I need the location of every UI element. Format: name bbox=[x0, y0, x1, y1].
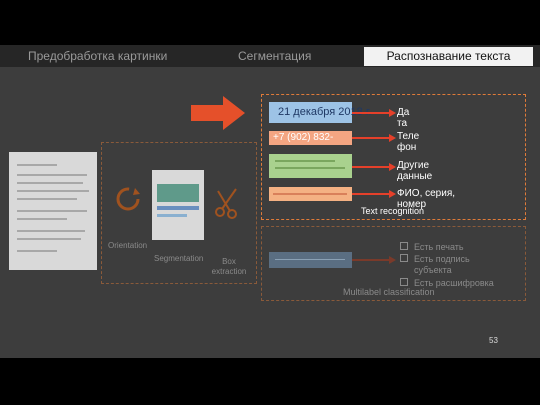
other-data-arrow-head bbox=[389, 163, 396, 171]
phone-arrow bbox=[352, 137, 390, 139]
slide: Предобработка картинки Сегментация Распо… bbox=[0, 0, 540, 405]
orientation-rotate-icon bbox=[116, 187, 140, 211]
checkbox-icon bbox=[400, 242, 408, 250]
signature-area-crop bbox=[269, 252, 352, 268]
scissors-icon bbox=[215, 188, 237, 219]
box-extraction-caption: Box extraction bbox=[211, 257, 247, 276]
checklist-item: Есть подпись субъекта bbox=[400, 254, 474, 276]
segmented-document-image bbox=[152, 170, 204, 240]
phone-arrow-head bbox=[389, 134, 396, 142]
other-data-arrow bbox=[352, 166, 390, 168]
source-document-image bbox=[9, 152, 97, 270]
checklist-item: Есть печать bbox=[400, 242, 464, 252]
name-passport-field-crop bbox=[269, 187, 352, 201]
date-arrow bbox=[352, 112, 390, 114]
page-number: 53 bbox=[489, 336, 498, 345]
phone-field-crop: +7 (902) 832- bbox=[269, 131, 352, 145]
orientation-caption: Orientation bbox=[108, 241, 148, 250]
phone-crop-text: +7 (902) 832- bbox=[273, 132, 334, 143]
checkbox-icon bbox=[400, 278, 408, 286]
text-recognition-caption: Text recognition bbox=[361, 206, 425, 216]
step-text-recognition-active: Распознавание текста bbox=[364, 47, 533, 66]
date-field-crop: 21 декабря 2018 г. bbox=[269, 102, 372, 123]
multilabel-caption: Multilabel classification bbox=[343, 287, 435, 297]
step-preprocessing: Предобработка картинки bbox=[28, 49, 168, 63]
other-data-field-crop bbox=[269, 154, 352, 178]
step-segmentation: Сегментация bbox=[238, 49, 312, 63]
name-arrow bbox=[352, 193, 390, 195]
date-arrow-head bbox=[389, 109, 396, 117]
phone-label: Телефон bbox=[397, 131, 420, 153]
other-data-label: Другие данные bbox=[397, 160, 433, 182]
name-arrow-head bbox=[389, 190, 396, 198]
multilabel-arrow bbox=[352, 259, 390, 261]
multilabel-arrow-head bbox=[389, 256, 396, 264]
checkbox-icon bbox=[400, 254, 408, 262]
date-label: Дата bbox=[397, 107, 410, 129]
segmentation-caption: Segmentation bbox=[154, 254, 204, 263]
process-arrow-icon bbox=[191, 96, 245, 130]
